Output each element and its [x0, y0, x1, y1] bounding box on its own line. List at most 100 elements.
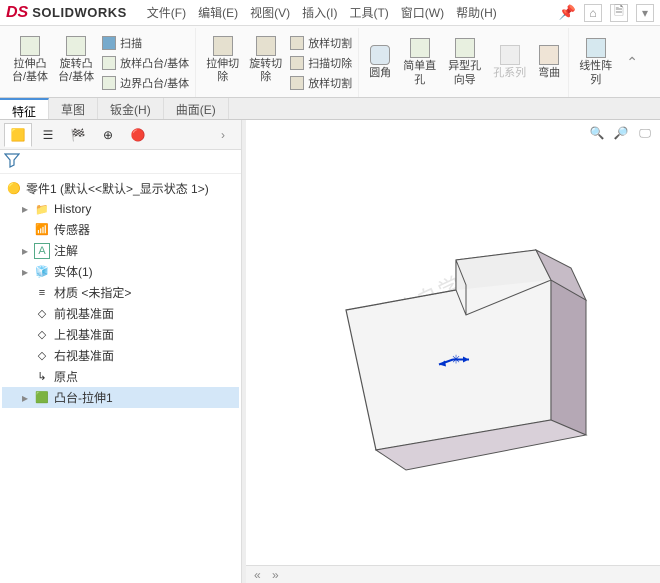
- tree-item-4[interactable]: ≡材质 <未指定>: [2, 282, 239, 303]
- menu-bar: 文件(F) 编辑(E) 视图(V) 插入(I) 工具(T) 窗口(W) 帮助(H…: [147, 4, 551, 21]
- sweep-button[interactable]: 扫描: [100, 34, 191, 52]
- panel-tab-appearance[interactable]: 🔴: [124, 123, 152, 147]
- status-bar: « »: [246, 565, 660, 583]
- tree-item-label: History: [54, 202, 91, 216]
- tree-item-icon: ↳: [34, 369, 50, 385]
- tab-sheetmetal[interactable]: 钣金(H): [98, 98, 164, 119]
- menu-window[interactable]: 窗口(W): [401, 4, 444, 21]
- ribbon: 拉伸凸 台/基体 旋转凸 台/基体 扫描 放样凸台/基体 边界凸台/基体 拉伸切…: [0, 26, 660, 98]
- wrap-button[interactable]: 弯曲: [534, 43, 564, 82]
- sweep-cut-button[interactable]: 扫描切除: [288, 54, 354, 72]
- ribbon-group-pattern: 线性阵 列: [571, 28, 620, 97]
- tree-item-label: 上视基准面: [54, 326, 114, 343]
- tree-root[interactable]: 🟡 零件1 (默认<<默认>_显示状态 1>): [2, 178, 239, 199]
- menu-file[interactable]: 文件(F): [147, 4, 186, 21]
- tree-item-icon: ◇: [34, 348, 50, 364]
- menu-tools[interactable]: 工具(T): [349, 4, 388, 21]
- titlebar: DS SOLIDWORKS 文件(F) 编辑(E) 视图(V) 插入(I) 工具…: [0, 0, 660, 26]
- tree-item-0[interactable]: ▸ 📁 History: [2, 199, 239, 219]
- filter-bar: [0, 150, 241, 174]
- ribbon-expand-icon[interactable]: ⌃: [622, 28, 642, 97]
- tree-arrow-icon[interactable]: ▸: [20, 265, 30, 279]
- menu-insert[interactable]: 插入(I): [302, 4, 337, 21]
- tree-arrow-icon[interactable]: ▸: [20, 202, 30, 216]
- tree-arrow-icon[interactable]: ▸: [20, 244, 30, 258]
- origin-triad-icon: ✳: [433, 344, 473, 377]
- tree-root-label: 零件1 (默认<<默认>_显示状态 1>): [26, 180, 209, 197]
- title-right-buttons: ⌂ 🗎 ▾: [584, 4, 654, 22]
- tab-features[interactable]: 特征: [0, 98, 49, 119]
- tab-surface[interactable]: 曲面(E): [164, 98, 229, 119]
- simple-hole-button[interactable]: 简单直 孔: [399, 36, 440, 88]
- status-prev-icon[interactable]: «: [254, 568, 268, 582]
- document-icon[interactable]: 🗎: [610, 4, 628, 22]
- tree-item-label: 前视基准面: [54, 305, 114, 322]
- dropdown-icon[interactable]: ▾: [636, 4, 654, 22]
- zoom-fit-icon[interactable]: 🔎: [612, 124, 630, 142]
- menu-edit[interactable]: 编辑(E): [198, 4, 238, 21]
- tree-item-icon: A: [34, 243, 50, 259]
- tree-item-icon: ◇: [34, 327, 50, 343]
- tree-item-icon: ≡: [34, 285, 50, 301]
- boundary-boss-button[interactable]: 边界凸台/基体: [100, 74, 191, 92]
- tree-item-2[interactable]: ▸ A注解: [2, 240, 239, 261]
- 3d-viewport[interactable]: 🔍 🔎 🖵 软件自学网 WWW.RJZXW.COM: [246, 120, 660, 583]
- linear-pattern-button[interactable]: 线性阵 列: [575, 36, 616, 88]
- panel-tab-property[interactable]: ☰: [34, 123, 62, 147]
- search-icon[interactable]: 🔍: [588, 124, 606, 142]
- panel-tab-config[interactable]: 🏁: [64, 123, 92, 147]
- menu-help[interactable]: 帮助(H): [456, 4, 497, 21]
- panel-tab-feature-tree[interactable]: 🟨: [4, 123, 32, 147]
- view-scene-icon[interactable]: 🖵: [636, 124, 654, 142]
- tree-item-label: 材质 <未指定>: [54, 284, 131, 301]
- tree-item-5[interactable]: ◇前视基准面: [2, 303, 239, 324]
- tree-item-icon: 🟩: [34, 390, 50, 406]
- feature-tab-bar: 特征 草图 钣金(H) 曲面(E): [0, 98, 660, 120]
- home-icon[interactable]: ⌂: [584, 4, 602, 22]
- loft-boss-button[interactable]: 放样凸台/基体: [100, 54, 191, 72]
- tab-sketch[interactable]: 草图: [49, 98, 98, 119]
- tree-item-9[interactable]: ▸ 🟩凸台-拉伸1: [2, 387, 239, 408]
- tree-item-label: 注解: [54, 242, 78, 259]
- ribbon-group-cut: 拉伸切 除 旋转切 除 放样切割 扫描切除 放样切割: [198, 28, 359, 97]
- tree-item-label: 凸台-拉伸1: [54, 389, 113, 406]
- revolve-boss-button[interactable]: 旋转凸 台/基体: [54, 34, 98, 92]
- extrude-cut-button[interactable]: 拉伸切 除: [202, 34, 243, 92]
- tree-item-3[interactable]: ▸ 🧊实体(1): [2, 261, 239, 282]
- tree-item-icon: 📁: [34, 201, 50, 217]
- revolve-cut-button[interactable]: 旋转切 除: [245, 34, 286, 92]
- tree-item-label: 原点: [54, 368, 78, 385]
- tree-item-7[interactable]: ◇右视基准面: [2, 345, 239, 366]
- panel-tab-dimxpert[interactable]: ⊕: [94, 123, 122, 147]
- loft-cut-bottom-button[interactable]: 放样切割: [288, 74, 354, 92]
- pin-icon[interactable]: 📌: [559, 4, 576, 21]
- tree-item-label: 传感器: [54, 221, 90, 238]
- hole-series-button[interactable]: 孔系列: [489, 43, 530, 82]
- ribbon-group-boss: 拉伸凸 台/基体 旋转凸 台/基体 扫描 放样凸台/基体 边界凸台/基体: [4, 28, 196, 97]
- tree-item-label: 右视基准面: [54, 347, 114, 364]
- main-area: 🟨 ☰ 🏁 ⊕ 🔴 › 🟡 零件1 (默认<<默认>_显示状态 1>) ▸ 📁 Hi…: [0, 120, 660, 583]
- loft-cut-top-button[interactable]: 放样切割: [288, 34, 354, 52]
- hole-wizard-button[interactable]: 异型孔 向导: [444, 36, 485, 88]
- funnel-icon[interactable]: [4, 152, 20, 168]
- panel-tab-more-icon[interactable]: ›: [209, 123, 237, 147]
- fillet-button[interactable]: 圆角: [365, 43, 395, 82]
- logo-solidworks: SOLIDWORKS: [32, 5, 127, 20]
- tree-item-8[interactable]: ↳原点: [2, 366, 239, 387]
- tree-item-1[interactable]: 📶传感器: [2, 219, 239, 240]
- app-logo: DS SOLIDWORKS: [6, 4, 127, 22]
- tree-item-icon: 🧊: [34, 264, 50, 280]
- tree-item-6[interactable]: ◇上视基准面: [2, 324, 239, 345]
- feature-tree: 🟡 零件1 (默认<<默认>_显示状态 1>) ▸ 📁 History 📶传感器 ▸ A注…: [0, 174, 241, 583]
- status-next-icon[interactable]: »: [272, 568, 286, 582]
- logo-ds: DS: [6, 4, 28, 22]
- tree-item-icon: ◇: [34, 306, 50, 322]
- view-tools: 🔍 🔎 🖵: [588, 124, 654, 142]
- svg-text:✳: ✳: [451, 352, 461, 366]
- ribbon-group-features: 圆角 简单直 孔 异型孔 向导 孔系列 弯曲: [361, 28, 569, 97]
- extrude-boss-button[interactable]: 拉伸凸 台/基体: [8, 34, 52, 92]
- tree-item-icon: 📶: [34, 222, 50, 238]
- tree-arrow-icon[interactable]: ▸: [20, 391, 30, 405]
- menu-view[interactable]: 视图(V): [250, 4, 290, 21]
- tree-item-label: 实体(1): [54, 263, 93, 280]
